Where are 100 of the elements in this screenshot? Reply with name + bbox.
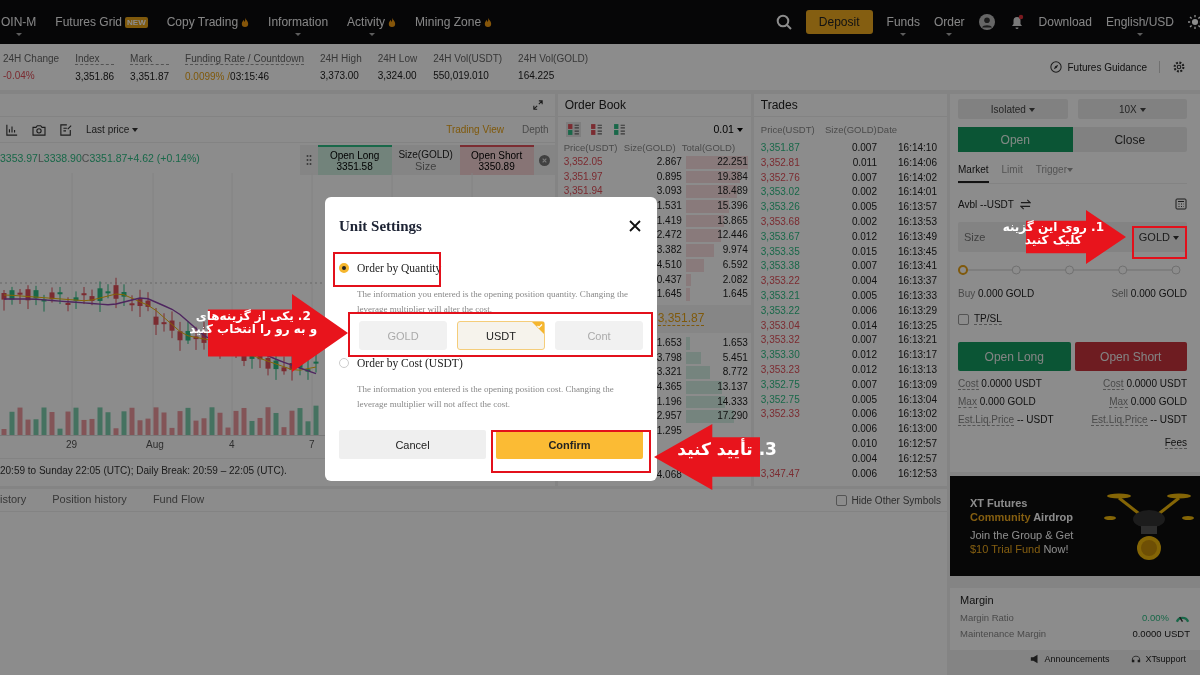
stat-label: 24H Vol(GOLD)	[518, 52, 589, 64]
trade-size: 0.002	[850, 185, 877, 200]
stat-label: 24H Low	[377, 52, 418, 64]
indicator-icon[interactable]	[6, 123, 18, 136]
language-currency-menu[interactable]: English/USD	[1105, 7, 1174, 37]
bid-total: 8.772	[722, 366, 748, 378]
close-icon[interactable]	[629, 220, 641, 232]
trade-time: 16:13:02	[897, 407, 937, 422]
trade-size: 0.011	[851, 155, 877, 170]
search-icon[interactable]	[775, 14, 792, 30]
megaphone-icon	[1030, 654, 1041, 664]
trade-time: 16:13:21	[897, 333, 937, 348]
history-tab[interactable]: Position history	[52, 489, 127, 511]
order-type-tab[interactable]: Market	[958, 161, 989, 183]
nav-link[interactable]: Activity	[347, 7, 397, 37]
precision-dropdown[interactable]: 0.01	[713, 123, 743, 135]
ask-size: 2.867	[656, 156, 682, 167]
history-tab[interactable]: istory	[0, 489, 27, 511]
calculator-icon[interactable]	[1175, 198, 1187, 210]
nav-link[interactable]: Information	[268, 7, 329, 37]
slider[interactable]	[958, 264, 1181, 276]
radio-option[interactable]: Order by Cost (USDT)	[339, 356, 463, 370]
unit-option[interactable]: USDT	[457, 321, 545, 350]
axis-label: Aug	[146, 439, 164, 450]
expand-icon[interactable]	[532, 100, 543, 110]
trade-price: 3,352.75	[760, 393, 800, 405]
nav-link[interactable]: Copy Trading	[166, 7, 250, 37]
nav-link[interactable]: Funds	[886, 7, 920, 37]
download-link[interactable]: Download	[1038, 7, 1092, 37]
trade-size: 0.012	[850, 229, 877, 244]
banner-text: Join the Group & Get	[970, 529, 1074, 541]
bid-total: 13.137	[717, 380, 748, 392]
trade-size: 0.014	[850, 318, 877, 333]
notes-icon[interactable]	[60, 123, 72, 136]
camera-icon[interactable]	[32, 123, 46, 136]
swap-icon[interactable]	[1019, 198, 1031, 210]
stat-value: 550,019.010	[433, 69, 490, 81]
stat-label: Funding Rate / Countdown	[185, 52, 304, 65]
trade-size: 0.004	[850, 451, 877, 466]
trade-time: 16:13:13	[897, 362, 937, 377]
announcements-link[interactable]: Announcements	[1030, 654, 1110, 664]
stat-label: 24H Vol(USDT)	[433, 52, 503, 64]
ask-total: 15.396	[717, 200, 748, 212]
column-header: Date	[877, 123, 899, 137]
quick-open-long-button[interactable]: Open Long 3351.58	[317, 145, 392, 175]
trade-time: 16:13:37	[897, 274, 937, 289]
bid-size: 3.798	[656, 351, 682, 363]
ask-total: 13.865	[717, 214, 748, 226]
nav-link[interactable]: Mining Zone	[415, 7, 493, 37]
trade-size: 0.007	[850, 333, 877, 348]
panel-title: Order Book	[557, 94, 751, 117]
chart-view-tab[interactable]: Depth	[521, 124, 549, 135]
trade-price: 3,352.76	[760, 171, 800, 183]
deposit-button[interactable]: Deposit	[805, 10, 873, 34]
cancel-button[interactable]: Cancel	[339, 430, 486, 459]
tpsl-checkbox[interactable]: TP/SL	[958, 313, 1187, 325]
slider-handle[interactable]	[958, 265, 968, 275]
flame-icon	[484, 16, 493, 28]
column-header: Total(GOLD)	[681, 141, 737, 155]
trade-price: 3,353.22	[760, 304, 800, 316]
futures-guidance-link[interactable]: Futures Guidance	[1049, 61, 1147, 73]
nav-link[interactable]: Order	[933, 7, 965, 37]
fees-link[interactable]: Fees	[1164, 437, 1187, 449]
hide-other-symbols-checkbox[interactable]: Hide Other Symbols	[835, 494, 941, 506]
radio-option[interactable]: Order by Quantity	[339, 261, 442, 275]
drag-handle-icon[interactable]	[305, 154, 312, 166]
price-type-dropdown[interactable]: Last price	[86, 124, 139, 135]
promo-banner[interactable]: XT Futures Community Airdrop Join the Group & Get $10 Trial Fund Now!	[950, 476, 1200, 576]
settings-icon[interactable]	[1172, 60, 1186, 74]
trade-price: 3,353.35	[760, 245, 800, 257]
user-avatar-icon[interactable]	[978, 14, 995, 30]
quick-open-short-button[interactable]: Open Short 3350.89	[459, 145, 534, 175]
bid-size: 1.295	[656, 425, 682, 436]
column-header: Price(USDT)	[760, 123, 816, 137]
layout-icon[interactable]	[565, 121, 581, 137]
trade-price: 3,353.23	[760, 363, 800, 375]
stat-value: -0.04%	[3, 69, 36, 81]
nav-link[interactable]: OIN-M	[1, 7, 37, 37]
ask-size: 1.419	[656, 214, 682, 226]
available-balance: Avbl --USDT	[958, 198, 1014, 210]
confirm-button[interactable]: Confirm	[496, 430, 643, 459]
support-link[interactable]: XTsupport	[1131, 654, 1186, 664]
history-tab[interactable]: Fund Flow	[152, 489, 205, 511]
axis-label: 4	[229, 439, 235, 450]
trade-price: 3,353.26	[760, 201, 800, 213]
leverage-dropdown[interactable]: 10X	[1077, 99, 1187, 119]
stat-value: 3,324.00	[377, 69, 418, 81]
layout-icon[interactable]	[588, 121, 604, 137]
layout-icon[interactable]	[611, 121, 627, 137]
nav-link[interactable]: Futures Grid NEW	[55, 7, 148, 37]
quick-size-field[interactable]: Size	[395, 159, 456, 172]
open-close-tab[interactable]: Close	[1072, 127, 1187, 152]
sun-icon[interactable]	[1188, 15, 1200, 29]
stat-label: Index	[75, 52, 115, 65]
open-short-button[interactable]: Open Short	[1074, 342, 1187, 371]
trade-price: 3,353.21	[760, 289, 800, 301]
trade-size: 0.006	[850, 407, 877, 422]
stat-value: 3,351.86	[75, 70, 115, 82]
margin-mode-dropdown[interactable]: Isolated	[958, 99, 1068, 119]
ask-price: 3,351.97	[563, 170, 603, 182]
